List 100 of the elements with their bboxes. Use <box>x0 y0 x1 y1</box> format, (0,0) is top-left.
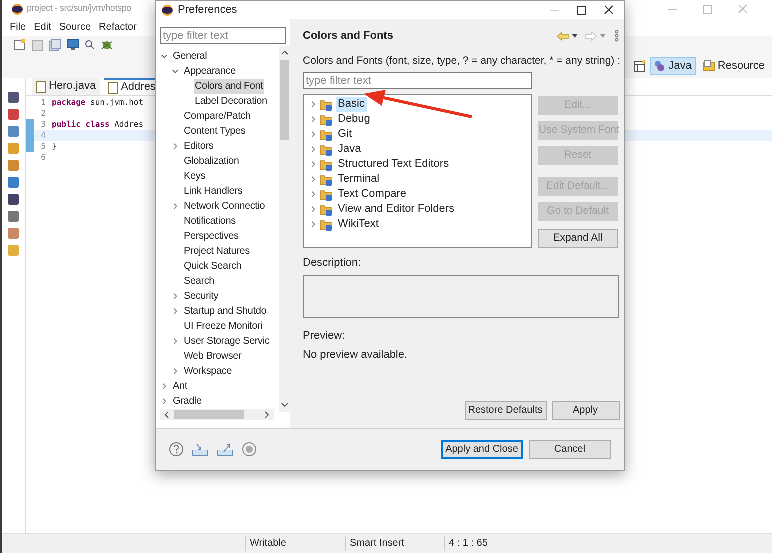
view-icon[interactable] <box>8 211 19 222</box>
tree-item[interactable]: Keys <box>183 169 206 184</box>
expand-chevron-icon[interactable] <box>172 293 179 300</box>
view-icon[interactable] <box>8 109 19 120</box>
tree-item[interactable]: Editors <box>183 139 215 154</box>
tree-item[interactable]: Terminal <box>336 172 382 188</box>
save-icon[interactable] <box>32 40 43 50</box>
search-icon[interactable] <box>85 40 95 50</box>
tree-item[interactable]: User Storage Servic <box>183 334 271 349</box>
menu-item[interactable]: Edit <box>34 20 52 34</box>
tree-item[interactable]: Colors and Font <box>194 79 264 94</box>
view-icon[interactable] <box>8 177 19 188</box>
tree-item[interactable]: Content Types <box>183 124 247 139</box>
filter-field[interactable]: type filter text <box>303 72 532 90</box>
apply-and-close-button[interactable]: Apply and Close <box>441 440 523 459</box>
bug-icon[interactable] <box>101 39 113 51</box>
tree-item[interactable]: Basic <box>336 97 367 112</box>
minimize-icon[interactable] <box>668 8 677 10</box>
vertical-scrollbar[interactable] <box>279 46 290 412</box>
scroll-left-icon[interactable] <box>163 410 171 418</box>
perspective-icon <box>654 60 666 72</box>
tree-item[interactable]: Link Handlers <box>183 184 244 199</box>
tree-item[interactable]: Quick Search <box>183 259 243 274</box>
monitor-icon[interactable] <box>67 39 79 51</box>
forward-arrow-icon[interactable] <box>584 32 596 41</box>
tree-item[interactable]: Compare/Patch <box>183 109 252 124</box>
tree-item[interactable]: Java <box>336 142 364 158</box>
scrollbar-thumb[interactable] <box>174 410 244 419</box>
expand-chevron-icon[interactable] <box>172 143 179 150</box>
maximize-icon[interactable] <box>577 6 586 14</box>
more-options-icon[interactable] <box>614 30 618 42</box>
view-icon[interactable] <box>8 126 19 137</box>
collapse-chevron-icon[interactable] <box>172 68 179 75</box>
tree-item[interactable]: Appearance <box>183 64 237 79</box>
collapse-chevron-icon[interactable] <box>161 53 168 60</box>
tree-item[interactable]: View and Editor Folders <box>336 202 457 218</box>
folder-icon <box>320 144 333 156</box>
tree-item[interactable]: Notifications <box>183 214 237 229</box>
tree-item[interactable]: Startup and Shutdo <box>183 304 268 319</box>
view-icon[interactable] <box>8 92 19 103</box>
tree-item[interactable]: Ant <box>172 379 188 394</box>
code-line: package sun.jvm.hot <box>52 96 144 108</box>
status-field: Writable <box>245 536 345 551</box>
close-icon[interactable] <box>604 5 614 15</box>
tree-item[interactable]: Globalization <box>183 154 240 169</box>
dropdown-caret-icon[interactable] <box>572 34 578 38</box>
perspective-tab[interactable]: Java <box>650 57 696 75</box>
cancel-button[interactable]: Cancel <box>529 440 611 459</box>
menu-item[interactable]: File <box>10 20 26 34</box>
tree-item[interactable]: Debug <box>336 112 372 128</box>
help-icon[interactable] <box>169 442 184 457</box>
tree-item[interactable]: WikiText <box>336 217 381 232</box>
expand-chevron-icon[interactable] <box>161 383 168 390</box>
record-icon[interactable] <box>242 442 257 457</box>
expand-chevron-icon[interactable] <box>161 398 168 405</box>
tree-item[interactable]: Git <box>336 127 354 142</box>
tree-item[interactable]: Structured Text Editors <box>336 157 452 172</box>
scrollbar-thumb[interactable] <box>280 60 289 140</box>
page-title: Colors and Fonts <box>303 29 394 44</box>
filter-field[interactable]: type filter text <box>160 27 286 44</box>
scroll-up-icon[interactable] <box>280 49 288 57</box>
editor-tab[interactable]: Hero.java <box>32 78 100 95</box>
expand-chevron-icon[interactable] <box>172 308 179 315</box>
tree-item[interactable]: UI Freeze Monitori <box>183 319 264 334</box>
line-number: 4 <box>40 130 46 142</box>
horizontal-scrollbar[interactable] <box>160 409 274 420</box>
tree-item[interactable]: Perspectives <box>183 229 240 244</box>
tree-item[interactable]: Workspace <box>183 364 234 379</box>
folder-icon <box>320 174 333 186</box>
menu-item[interactable]: Source <box>59 20 92 34</box>
menu-item[interactable]: Refactor <box>99 20 137 34</box>
code-line: } <box>52 140 57 152</box>
save-all-icon[interactable] <box>49 39 61 51</box>
tree-item[interactable]: Gradle <box>172 394 203 409</box>
preview-text: No preview available. <box>303 348 409 364</box>
import-icon[interactable] <box>192 442 209 456</box>
tree-item[interactable]: General <box>172 49 208 64</box>
expand-chevron-icon[interactable] <box>172 368 179 375</box>
tree-item[interactable]: Project Natures <box>183 244 251 259</box>
expand-chevron-icon[interactable] <box>172 203 179 210</box>
folder-icon <box>320 218 333 231</box>
perspective-tab[interactable]: Resource <box>700 57 768 75</box>
side-button[interactable]: Expand All <box>538 229 618 248</box>
tree-item[interactable]: Search <box>183 274 216 289</box>
scroll-down-icon[interactable] <box>280 401 288 409</box>
tree-item[interactable]: Text Compare <box>336 187 408 202</box>
scroll-right-icon[interactable] <box>263 410 271 418</box>
view-icon[interactable] <box>8 194 19 205</box>
open-perspective-icon[interactable] <box>634 60 646 72</box>
folder-icon <box>320 128 333 141</box>
apply-button[interactable]: Apply <box>552 401 620 420</box>
tree-item[interactable]: Web Browser <box>183 349 243 364</box>
tree-item[interactable]: Label Decoration <box>194 94 268 109</box>
export-icon[interactable] <box>217 442 234 456</box>
new-file-icon[interactable] <box>14 39 26 51</box>
expand-chevron-icon[interactable] <box>172 338 179 345</box>
window-title: project - src/sun/jvm/hotspo <box>27 2 132 16</box>
tree-item[interactable]: Network Connectio <box>183 199 266 214</box>
tree-item[interactable]: Security <box>183 289 220 304</box>
restore-defaults-button[interactable]: Restore Defaults <box>464 401 546 420</box>
